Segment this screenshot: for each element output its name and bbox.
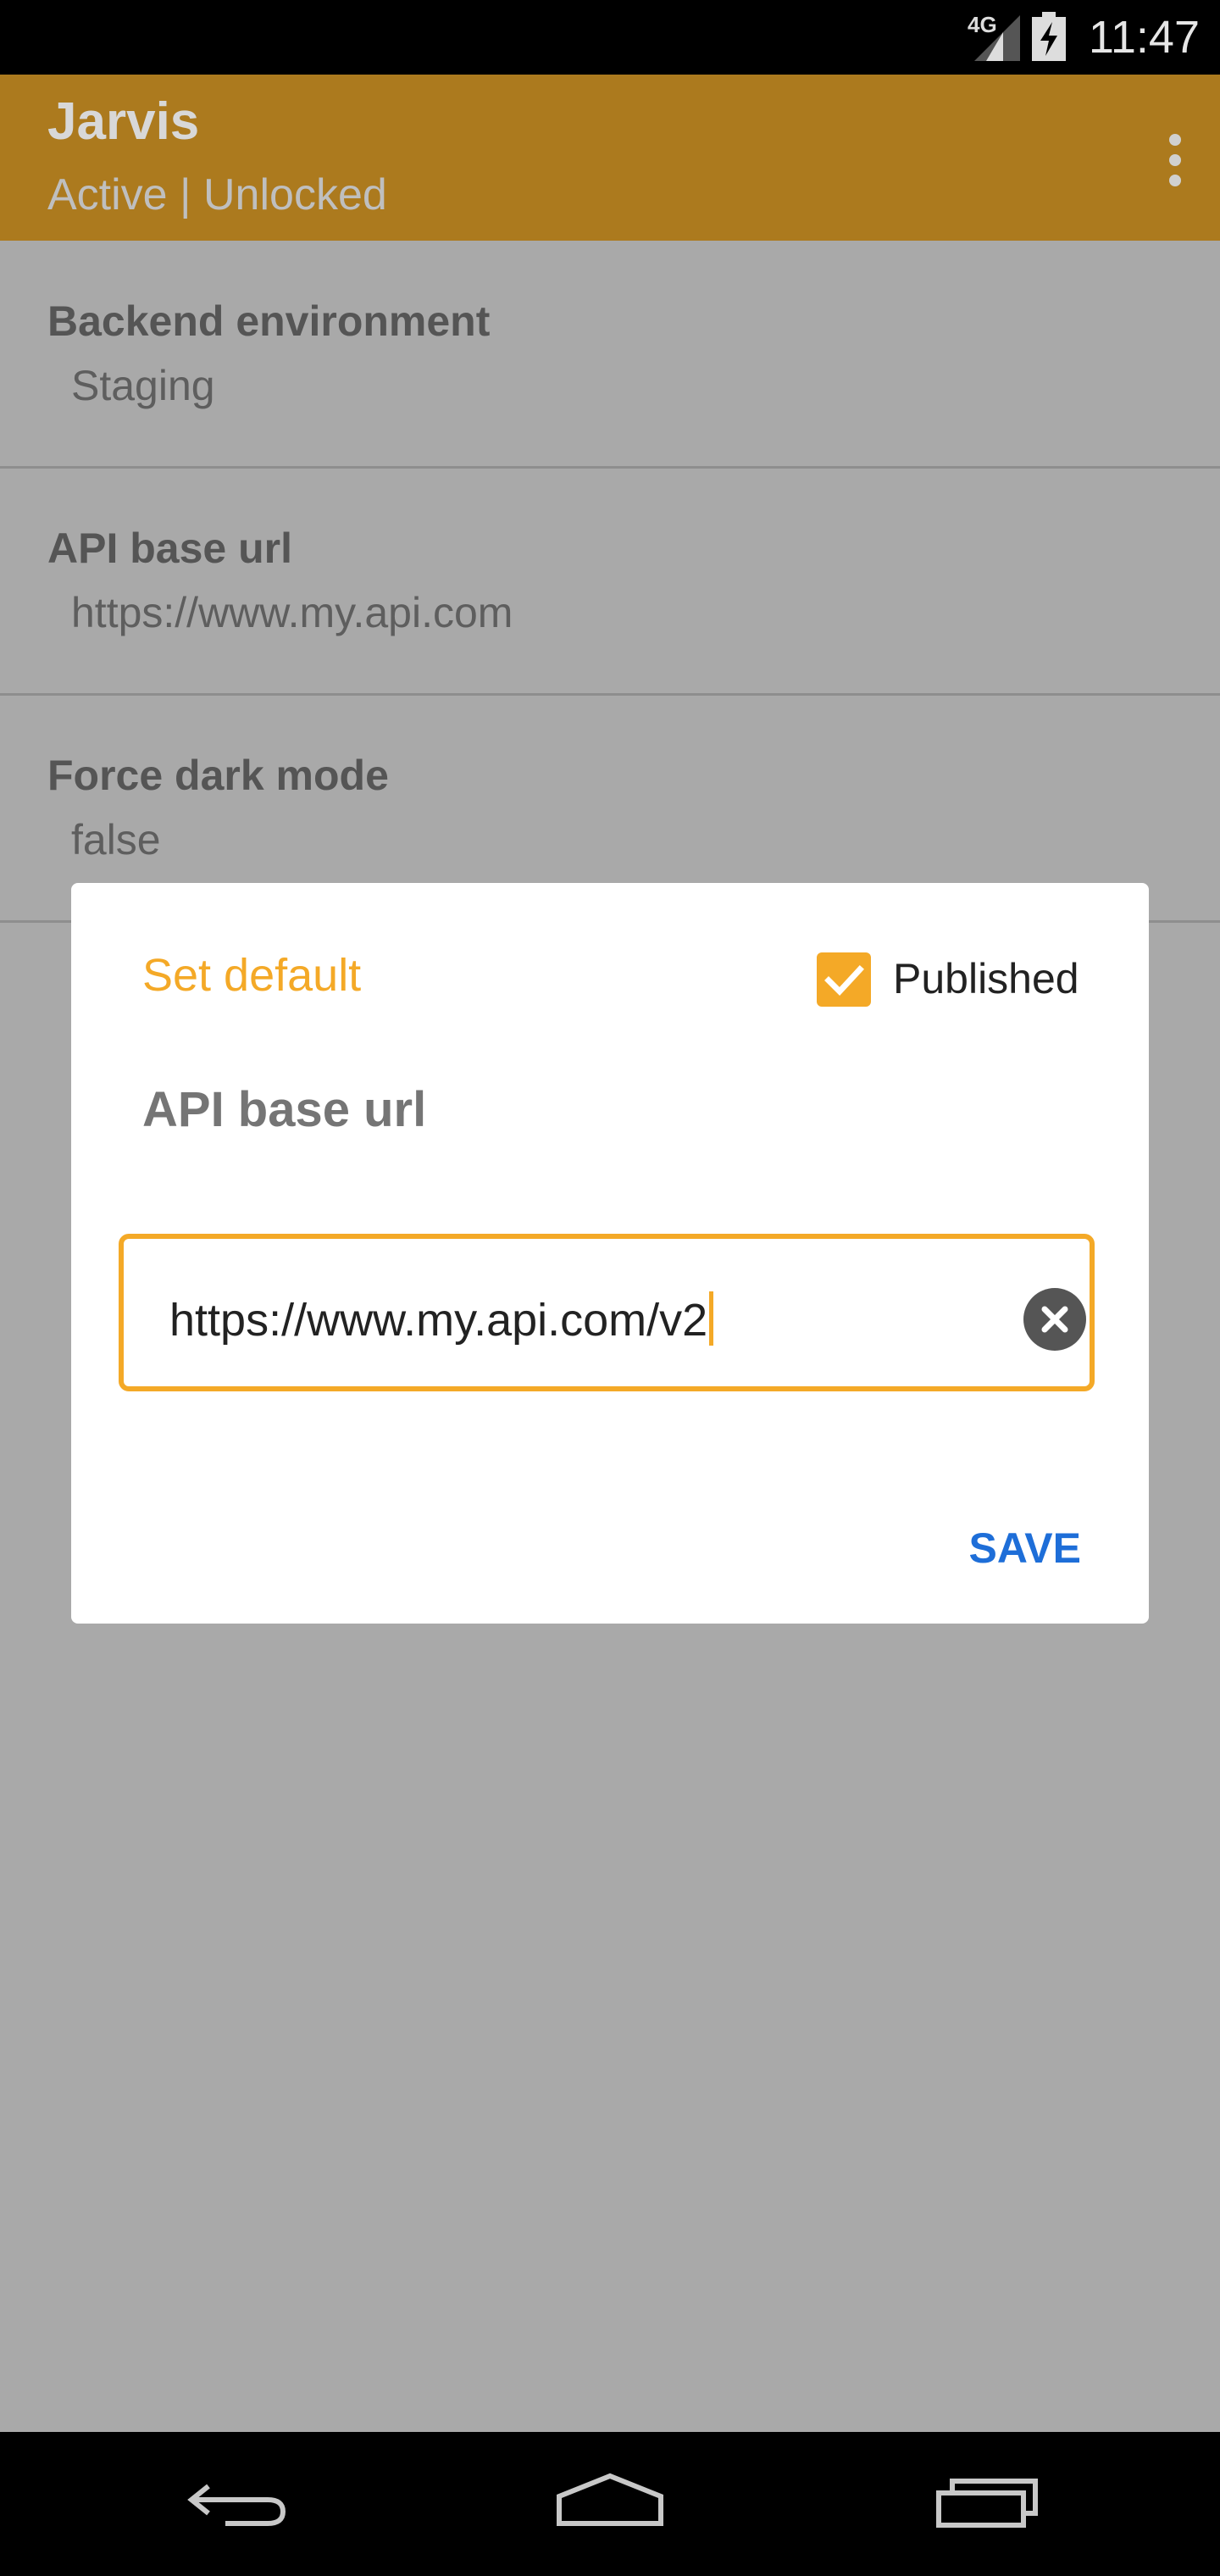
- app-title: Jarvis: [47, 92, 200, 151]
- setting-item-api-base-url[interactable]: API base url https://www.my.api.com: [0, 468, 1220, 696]
- api-url-input[interactable]: https://www.my.api.com/v2: [119, 1234, 1095, 1391]
- published-checkbox[interactable]: [817, 952, 871, 1007]
- setting-value: Staging: [71, 362, 215, 409]
- setting-value: false: [71, 816, 161, 863]
- back-icon[interactable]: [183, 2468, 293, 2535]
- status-bar: 4G 11:47: [0, 0, 1220, 75]
- clock: 11:47: [1088, 12, 1200, 63]
- setting-item-backend-environment[interactable]: Backend environment Staging: [0, 241, 1220, 469]
- home-icon[interactable]: [552, 2468, 668, 2535]
- dialog-title: API base url: [142, 1082, 427, 1137]
- set-default-button[interactable]: Set default: [142, 949, 361, 1002]
- text-cursor: [709, 1291, 714, 1346]
- checkmark-icon: [824, 965, 864, 997]
- api-url-input-value: https://www.my.api.com/v2: [169, 1295, 708, 1346]
- recents-icon[interactable]: [932, 2468, 1042, 2535]
- clear-icon[interactable]: [1023, 1288, 1086, 1351]
- overflow-menu-icon[interactable]: [1164, 134, 1186, 193]
- published-label: Published: [893, 955, 1079, 1002]
- battery-charging-icon: [1032, 12, 1066, 61]
- edit-dialog: Set default Published API base url https…: [71, 883, 1149, 1624]
- save-button[interactable]: SAVE: [969, 1524, 1081, 1573]
- app-bar: Jarvis Active | Unlocked: [0, 75, 1220, 241]
- app-subtitle: Active | Unlocked: [47, 170, 387, 219]
- setting-title: Force dark mode: [47, 752, 389, 799]
- setting-title: Backend environment: [47, 297, 491, 345]
- setting-title: API base url: [47, 525, 292, 572]
- navigation-bar: [0, 2432, 1220, 2576]
- signal-icon: [974, 15, 1020, 61]
- setting-value: https://www.my.api.com: [71, 589, 513, 636]
